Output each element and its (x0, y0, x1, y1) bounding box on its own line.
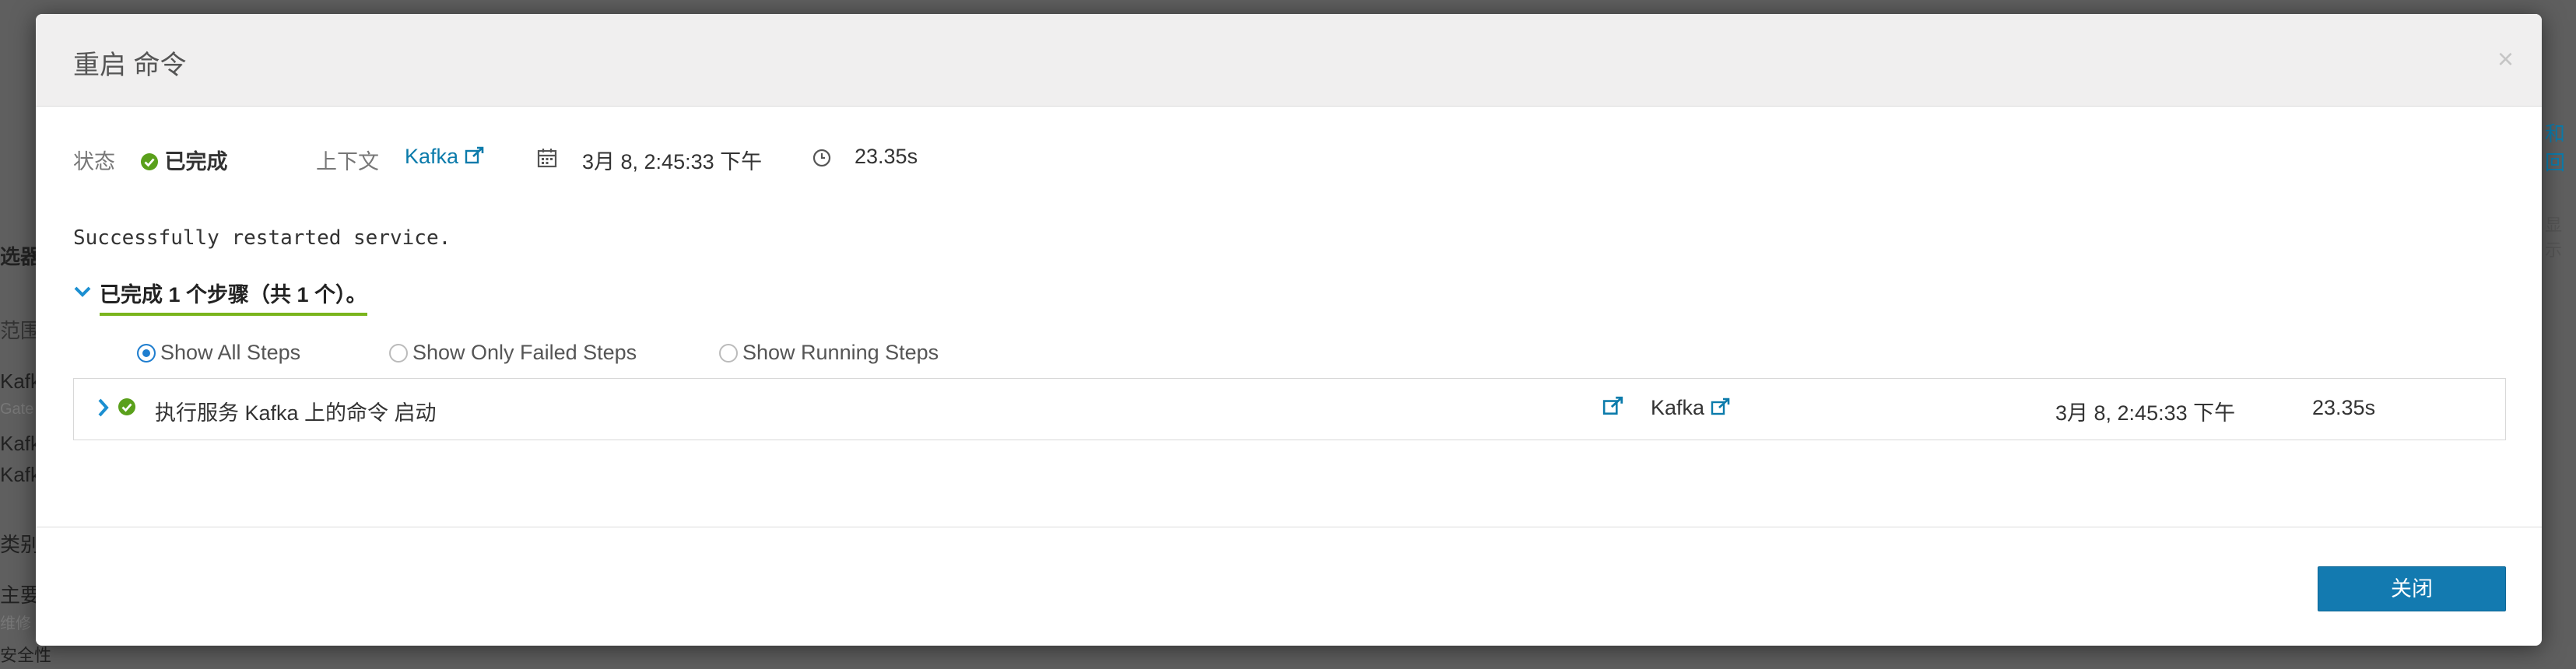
steps-summary-text: 已完成 1 个步骤（共 1 个）。 (100, 278, 367, 316)
chevron-down-icon (74, 286, 91, 297)
radio-icon (719, 344, 738, 363)
filter-failed-label: Show Only Failed Steps (412, 341, 637, 364)
context-link-text: Kafka (405, 145, 459, 168)
success-check-icon (118, 398, 135, 415)
context-link[interactable]: Kafka (405, 145, 485, 169)
bg-fragment: 维修 (0, 615, 31, 632)
table-row: 执行服务 Kafka 上的命令 启动 Kafka 3月 8, 2:45:33 下… (73, 378, 2506, 440)
bg-fragment: Gate (0, 401, 34, 418)
close-button[interactable]: 关闭 (2318, 566, 2506, 611)
filter-all-label: Show All Steps (160, 341, 301, 364)
dialog-header: 重启 命令 × (36, 14, 2542, 107)
bg-fragment: 类别 (0, 533, 41, 556)
command-date: 3月 8, 2:45:33 下午 (582, 150, 763, 173)
step-context-link[interactable]: Kafka (1651, 396, 1731, 420)
external-link-icon (1711, 398, 1729, 415)
command-duration: 23.35s (855, 145, 918, 168)
status-label: 状态 (73, 150, 115, 173)
close-icon[interactable]: × (2497, 45, 2514, 73)
bg-fragment: 和回 (2545, 122, 2566, 174)
filter-failed-steps[interactable]: Show Only Failed Steps (389, 341, 637, 365)
step-context-text: Kafka (1651, 396, 1705, 419)
radio-selected-icon (137, 344, 156, 363)
status-text: 已完成 (164, 150, 228, 173)
chevron-right-icon[interactable] (97, 398, 110, 418)
filter-running-steps[interactable]: Show Running Steps (719, 341, 939, 365)
step-name: 执行服务 Kafka 上的命令 启动 (155, 401, 437, 425)
bg-fragment: 范围 (0, 319, 41, 342)
filter-all-steps[interactable]: Show All Steps (137, 341, 300, 365)
clock-icon (812, 149, 831, 167)
bg-fragment: 选器 (0, 245, 41, 268)
bg-fragment: Kafk (0, 432, 41, 455)
result-message: Successfully restarted service. (73, 226, 451, 250)
bg-fragment: 显示 (2545, 215, 2563, 260)
bg-fragment: Kafk (0, 370, 41, 393)
dialog-title: 重启 命令 (73, 51, 187, 80)
bg-fragment: Kafk (0, 463, 41, 486)
external-link-icon[interactable] (1602, 396, 1624, 416)
filter-running-label: Show Running Steps (742, 341, 939, 364)
radio-icon (389, 344, 408, 363)
restart-command-dialog: 重启 命令 × 状态 已完成 上下文 Kafka 3月 8, 2:45:33 下… (36, 14, 2542, 646)
calendar-icon (537, 149, 557, 168)
step-duration: 23.35s (2312, 396, 2376, 419)
step-time: 3月 8, 2:45:33 下午 (2055, 401, 2236, 425)
external-link-icon (465, 146, 483, 164)
bg-fragment: 主要 (0, 583, 41, 607)
success-check-icon (141, 153, 158, 170)
status-value: 已完成 (140, 145, 228, 175)
context-label: 上下文 (316, 150, 379, 173)
